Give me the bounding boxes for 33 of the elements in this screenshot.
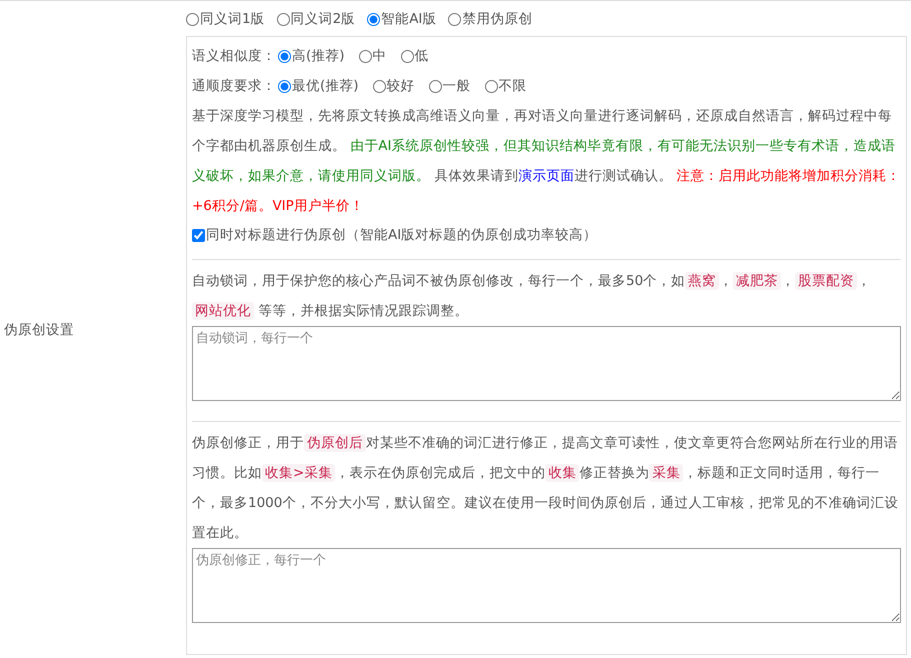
radio-button[interactable] bbox=[186, 12, 199, 26]
description-text: 伪原创修正，用于 伪原创后 对某些不准确的词汇进行修正，提高文章可读性，使文章更符合您网站所在行业的用语习惯。比如 收集>采集 ，表示在伪原创完成后，把文中的 收集 修正替换为 采集 ，标题和正文同时适用，每行一个，最多1000个，不分大小写，默认留空。建议在使用一段时间伪原创后，通过人工审核，把常见的不准确词汇设置在此。 bbox=[192, 433, 900, 543]
demo-page-link[interactable]: 演示页面 bbox=[518, 168, 574, 184]
setting-label: 语义相似度： bbox=[192, 47, 276, 65]
checkbox-label[interactable]: 同时对标题进行伪原创（智能AI版对标题的伪原创成功率较高） bbox=[206, 226, 598, 244]
section-label: 伪原创设置 bbox=[4, 320, 74, 338]
lock-words-field[interactable]: 自动锁词，每行一个 bbox=[192, 326, 901, 401]
radio-label[interactable]: 一般 bbox=[442, 77, 471, 95]
radio-button[interactable] bbox=[400, 50, 414, 62]
radio-label[interactable]: 禁用伪原创 bbox=[462, 10, 532, 28]
setting-label: 通顺度要求： bbox=[192, 77, 276, 95]
radio-label[interactable]: 低 bbox=[414, 47, 429, 65]
description-text: 基于深度学习模型，先将原文转换成高维语义向量，再对语义向量进行逐词解码，还原成自然语言，解码过程中每个字都由机器原创生成。 由于AI系统原创性较强，但其知识结构毕竟有限，有可能无法识别一些专有术语，造成语义破坏，如果介意，请使用同义词版。 具体效果请到演示页面进行测试确认。 注意：启用此功能将增加积分消耗：+6积分/篇。VIP用户半价！ bbox=[192, 107, 901, 216]
radio-label[interactable]: 同义词2版 bbox=[290, 10, 356, 28]
radio-label[interactable]: 中 bbox=[372, 47, 387, 65]
radio-button[interactable] bbox=[276, 12, 290, 26]
radio-button[interactable] bbox=[367, 12, 380, 26]
radio-label[interactable]: 智能AI版 bbox=[381, 10, 436, 28]
checkbox[interactable] bbox=[192, 228, 205, 242]
corrections-field[interactable]: 伪原创修正，每行一个 bbox=[192, 548, 901, 623]
radio-label[interactable]: 高(推荐) bbox=[292, 47, 345, 65]
radio-label[interactable]: 最优(推荐) bbox=[292, 77, 359, 95]
radio-label[interactable]: 同义词1版 bbox=[200, 10, 265, 28]
description-text: 自动锁词，用于保护您的核心产品词不被伪原创修改，每行一个，最多50个，如 燕窝 ， 减肥茶 ， 股票配资 ， 网站优化 等等，并根据实际情况跟踪调整。 bbox=[192, 271, 872, 322]
radio-label[interactable]: 不限 bbox=[498, 77, 527, 95]
radio-button[interactable] bbox=[358, 50, 372, 62]
radio-button[interactable] bbox=[428, 80, 442, 92]
radio-button[interactable] bbox=[448, 12, 462, 26]
radio-button[interactable] bbox=[372, 80, 386, 92]
radio-button[interactable] bbox=[278, 50, 291, 62]
radio-label[interactable]: 较好 bbox=[386, 77, 415, 95]
radio-button[interactable] bbox=[278, 80, 291, 92]
radio-button[interactable] bbox=[484, 80, 498, 92]
